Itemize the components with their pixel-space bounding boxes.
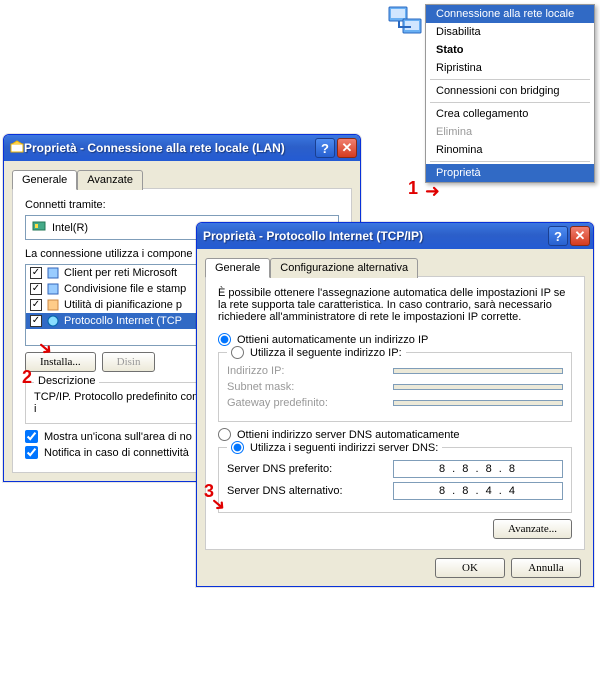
radio-manual-ip[interactable]: Utilizza il seguente indirizzo IP:: [227, 346, 406, 359]
annotation-arrow-1: ➜: [425, 182, 440, 200]
context-menu-header: Connessione alla rete locale: [426, 5, 594, 23]
label-ip: Indirizzo IP:: [227, 365, 393, 377]
radio-auto-dns[interactable]: Ottieni indirizzo server DNS automaticam…: [218, 428, 572, 441]
help-button[interactable]: ?: [548, 226, 568, 246]
menu-item-disable[interactable]: Disabilita: [426, 23, 594, 41]
annotation-2: 2: [22, 367, 32, 388]
menu-item-rename[interactable]: Rinomina: [426, 141, 594, 159]
annotation-1: 1: [408, 178, 418, 199]
advanced-button[interactable]: Avanzate...: [493, 519, 572, 539]
menu-item-bridge[interactable]: Connessioni con bridging: [426, 82, 594, 100]
uninstall-button: Disin: [102, 352, 156, 372]
subnet-field: [393, 384, 563, 390]
help-button[interactable]: ?: [315, 138, 335, 158]
tab-alternative-config[interactable]: Configurazione alternativa: [270, 258, 418, 278]
titlebar-tcpip[interactable]: Proprietà - Protocollo Internet (TCP/IP)…: [197, 223, 593, 249]
label-subnet: Subnet mask:: [227, 381, 393, 393]
install-button[interactable]: Installa...: [25, 352, 96, 372]
menu-item-properties[interactable]: Proprietà: [426, 164, 594, 182]
menu-separator: [430, 79, 590, 80]
gateway-field: [393, 400, 563, 406]
tab-advanced[interactable]: Avanzate: [77, 170, 143, 190]
checkbox[interactable]: [30, 267, 42, 279]
label-dns-alternate: Server DNS alternativo:: [227, 485, 393, 497]
menu-item-status[interactable]: Stato: [426, 41, 594, 59]
tab-general[interactable]: Generale: [12, 170, 77, 190]
title-tcpip: Proprietà - Protocollo Internet (TCP/IP): [203, 229, 546, 243]
label-dns-preferred: Server DNS preferito:: [227, 463, 393, 475]
description-legend: Descrizione: [34, 375, 99, 387]
checkbox[interactable]: [30, 315, 42, 327]
titlebar-lan[interactable]: Proprietà - Connessione alla rete locale…: [4, 135, 360, 161]
ip-field: [393, 368, 563, 374]
ok-button[interactable]: OK: [435, 558, 505, 578]
adapter-name: Intel(R): [52, 222, 88, 234]
dns-alternate-field[interactable]: 8 . 8 . 4 . 4: [393, 482, 563, 500]
checkbox[interactable]: [30, 283, 42, 295]
menu-separator: [430, 102, 590, 103]
label-connect-via: Connetti tramite:: [25, 199, 339, 211]
checkbox[interactable]: [30, 299, 42, 311]
intro-text: È possibile ottenere l'assegnazione auto…: [218, 287, 572, 323]
window-tcpip-properties: Proprietà - Protocollo Internet (TCP/IP)…: [196, 222, 594, 587]
network-connection-icon[interactable]: [387, 5, 423, 40]
label-gateway: Gateway predefinito:: [227, 397, 393, 409]
tab-general[interactable]: Generale: [205, 258, 270, 278]
menu-item-create-shortcut[interactable]: Crea collegamento: [426, 105, 594, 123]
nic-icon: [32, 219, 46, 236]
close-button[interactable]: ✕: [337, 138, 357, 158]
title-lan: Proprietà - Connessione alla rete locale…: [24, 141, 313, 155]
menu-separator: [430, 161, 590, 162]
context-menu: Connessione alla rete locale Disabilita …: [425, 4, 595, 183]
dns-preferred-field[interactable]: 8 . 8 . 8 . 8: [393, 460, 563, 478]
cancel-button[interactable]: Annulla: [511, 558, 581, 578]
radio-auto-ip[interactable]: Ottieni automaticamente un indirizzo IP: [218, 333, 572, 346]
radio-manual-dns[interactable]: Utilizza i seguenti indirizzi server DNS…: [227, 441, 442, 454]
menu-item-restore[interactable]: Ripristina: [426, 59, 594, 77]
menu-item-delete: Elimina: [426, 123, 594, 141]
icon-lan: [10, 140, 24, 157]
close-button[interactable]: ✕: [570, 226, 590, 246]
